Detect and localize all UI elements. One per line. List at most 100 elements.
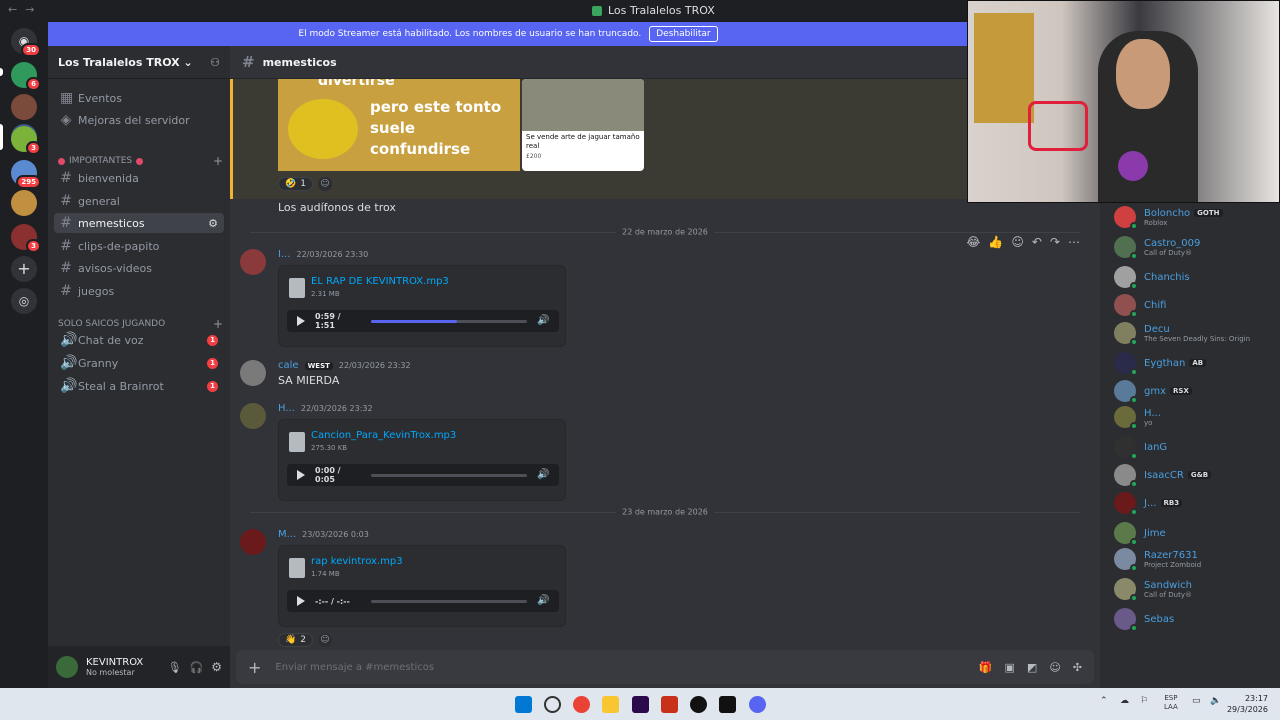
server-icon-6[interactable]	[11, 190, 37, 216]
upload-plus-icon[interactable]: +	[248, 658, 261, 677]
member-item[interactable]: IanG	[1114, 434, 1274, 460]
member-item[interactable]: Eygthan AB	[1114, 350, 1274, 376]
events-item[interactable]: ▦ Eventos	[54, 88, 224, 108]
member-item[interactable]: Jime	[1114, 520, 1274, 546]
chevron-up-icon[interactable]: ⌃	[1100, 696, 1108, 706]
app-icon[interactable]	[661, 696, 678, 713]
server-icon-current[interactable]: 3	[11, 126, 41, 155]
reply-icon[interactable]: ↶	[1032, 235, 1042, 249]
member-item[interactable]: H... yo	[1114, 404, 1274, 430]
apps-icon[interactable]: ✣	[1073, 661, 1082, 674]
channel-general[interactable]: # general	[54, 191, 224, 211]
language-indicator[interactable]: ESP LAA	[1164, 694, 1178, 712]
member-item[interactable]: IsaacCR G&B	[1114, 462, 1274, 488]
server-icon-7[interactable]: 3	[11, 224, 41, 253]
gif-icon[interactable]: ▣	[1005, 661, 1015, 674]
network-icon[interactable]: ⚐	[1140, 696, 1148, 706]
add-reaction-icon[interactable]: ☺	[317, 177, 332, 191]
monitor-icon[interactable]: ▭	[1192, 696, 1201, 706]
voice-granny[interactable]: 🔊 Granny 1	[54, 353, 224, 373]
more-icon[interactable]: ⋯	[1068, 235, 1080, 249]
invite-icon[interactable]: ⚇	[210, 56, 220, 69]
thumbs-up-icon[interactable]: 👍	[988, 235, 1003, 249]
avatar[interactable]	[240, 529, 266, 555]
gear-icon[interactable]: ⚙	[211, 660, 222, 674]
server-header[interactable]: Los Tralalelos TROX ⌄ ⚇	[48, 46, 230, 79]
avatar[interactable]	[240, 403, 266, 429]
channel-bienvenida[interactable]: # bienvenida	[54, 168, 224, 188]
reaction-fire[interactable]: 👋 2	[278, 633, 313, 647]
member-item[interactable]: Boloncho GOTH Roblox	[1114, 204, 1274, 230]
add-server-icon[interactable]: +	[11, 256, 37, 282]
direct-messages-icon[interactable]: ◉ 30	[11, 28, 41, 57]
play-icon[interactable]	[297, 470, 305, 480]
channel-clips[interactable]: # clips-de-papito	[54, 236, 224, 256]
add-channel-icon[interactable]: +	[213, 154, 223, 168]
disable-streamer-button[interactable]: Deshabilitar	[649, 26, 718, 42]
volume-icon[interactable]: 🔊	[537, 595, 549, 607]
file-link[interactable]: Cancion_Para_KevinTrox.mp3	[311, 430, 456, 441]
emoji-icon[interactable]: ☺	[1049, 661, 1060, 674]
member-item[interactable]: Sebas	[1114, 606, 1274, 632]
member-item[interactable]: Sandwich Call of Duty®	[1114, 576, 1274, 602]
member-item[interactable]: Chifi	[1114, 292, 1274, 318]
play-icon[interactable]	[297, 596, 305, 606]
channel-avisos[interactable]: # avisos-videos	[54, 258, 224, 278]
member-item[interactable]: Chanchis	[1114, 264, 1274, 290]
listing-image[interactable]: Se vende arte de jaguar tamaño real £200	[522, 79, 644, 171]
audio-progress[interactable]	[371, 599, 527, 603]
volume-icon[interactable]: 🔊	[537, 315, 549, 327]
avatar[interactable]	[240, 360, 266, 386]
microphone-icon[interactable]: 🎙	[168, 661, 182, 674]
audio-progress[interactable]	[371, 319, 527, 323]
chrome-icon[interactable]	[573, 696, 590, 713]
headphones-icon[interactable]: 🎧	[190, 661, 204, 674]
member-item[interactable]: Razer7631 Project Zomboid	[1114, 546, 1274, 572]
voice-chat-de-voz[interactable]: 🔊 Chat de voz 1	[54, 330, 224, 350]
cloud-icon[interactable]: ☁	[1120, 696, 1129, 706]
member-item[interactable]: Castro_009 Call of Duty®	[1114, 234, 1274, 260]
add-reaction-icon[interactable]: ☺	[317, 633, 332, 647]
sticker-icon[interactable]: ◩	[1027, 661, 1037, 674]
member-item[interactable]: J... RB3	[1114, 490, 1274, 516]
avatar[interactable]	[240, 249, 266, 275]
message-input[interactable]: Enviar mensaje a #memesticos	[275, 662, 964, 673]
clock[interactable]: 23:17 29/3/2026	[1227, 693, 1268, 715]
category-solo-saicos[interactable]: SOLO SAICOS JUGANDO +	[58, 317, 223, 331]
history-nav[interactable]: ←→	[8, 3, 42, 16]
gift-icon[interactable]: 🎁	[979, 661, 993, 674]
play-icon[interactable]	[297, 316, 305, 326]
search-icon[interactable]	[544, 696, 561, 713]
meme-image[interactable]: divertirse pero este tonto suele confund…	[278, 79, 520, 171]
boost-item[interactable]: ◈ Mejoras del servidor	[54, 110, 224, 130]
file-link[interactable]: rap kevintrox.mp3	[311, 556, 403, 567]
gear-icon[interactable]: ⚙	[208, 217, 218, 230]
file-link[interactable]: EL RAP DE KEVINTROX.mp3	[311, 276, 449, 287]
member-item[interactable]: gmx RSX	[1114, 378, 1274, 404]
server-icon-5[interactable]: 295	[11, 160, 41, 189]
channel-juegos[interactable]: # juegos	[54, 281, 224, 301]
avatar[interactable]	[56, 656, 78, 678]
message-composer[interactable]: + Enviar mensaje a #memesticos 🎁 ▣ ◩ ☺ ✣	[236, 650, 1094, 684]
voice-steal-a-brainrot[interactable]: 🔊 Steal a Brainrot 1	[54, 376, 224, 396]
capcut-icon[interactable]	[719, 696, 736, 713]
forward-icon[interactable]: ↷	[1050, 235, 1060, 249]
member-item[interactable]: Decu The Seven Deadly Sins: Origin	[1114, 320, 1274, 346]
add-reaction-icon[interactable]: ☺	[1011, 235, 1024, 249]
windows-start-icon[interactable]	[515, 696, 532, 713]
audio-progress[interactable]	[371, 473, 527, 477]
emoji-reaction-icon[interactable]: 😂	[966, 235, 980, 249]
category-importantes[interactable]: IMPORTANTES +	[58, 154, 223, 168]
reaction-laughing[interactable]: 🤣 1	[278, 177, 313, 191]
server-icon-1[interactable]: 6	[11, 62, 41, 91]
volume-icon[interactable]: 🔈	[1210, 696, 1221, 706]
add-channel-icon[interactable]: +	[213, 317, 223, 331]
discover-icon[interactable]: ◎	[11, 288, 37, 314]
file-explorer-icon[interactable]	[602, 696, 619, 713]
premiere-icon[interactable]	[632, 696, 649, 713]
volume-icon[interactable]: 🔊	[537, 469, 549, 481]
server-icon-2[interactable]	[11, 94, 37, 120]
discord-icon[interactable]	[749, 696, 766, 713]
obs-icon[interactable]	[690, 696, 707, 713]
channel-memesticos[interactable]: # memesticos ⚙	[54, 213, 224, 233]
